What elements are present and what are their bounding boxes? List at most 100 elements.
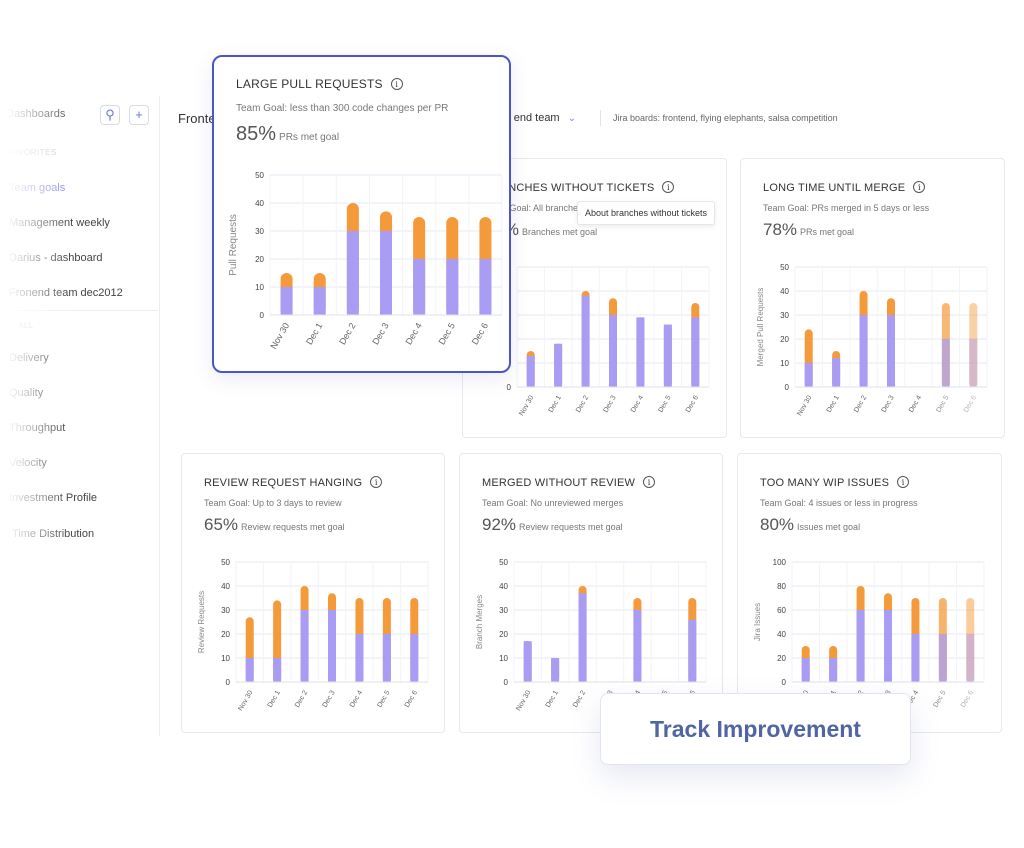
card-merged-without-review[interactable]: MERGED WITHOUT REVIEW i Team Goal: No unr… (459, 453, 723, 733)
sidebar-item-management-weekly[interactable]: Management weekly (9, 217, 110, 229)
bar-met-goal (829, 658, 838, 682)
card-long-time-until-merge[interactable]: LONG TIME UNTIL MERGE i Team Goal: PRs me… (740, 158, 1005, 438)
percentage-value: 92% (482, 515, 517, 534)
x-tick-label: Nov 30 (518, 394, 535, 417)
y-tick-label: 20 (777, 654, 786, 663)
sidebar-item-fronend-team[interactable]: Fronend team dec2012 (9, 287, 123, 299)
x-tick-label: Dec 5 (657, 394, 672, 413)
y-tick-label: 10 (221, 654, 230, 663)
x-tick-label: Nov 30 (268, 321, 291, 351)
card-large-pull-requests[interactable]: LARGE PULL REQUESTS i Team Goal: less tha… (212, 55, 511, 373)
search-button[interactable]: ⚲ (100, 105, 120, 125)
search-icon: ⚲ (105, 107, 115, 122)
percentage-value: 85% (236, 123, 277, 145)
y-tick-label: 10 (780, 359, 789, 368)
y-axis-label: Jira Issues (753, 603, 762, 641)
info-icon[interactable]: i (897, 476, 910, 488)
card-title: LONG TIME UNTIL MERGE i (763, 181, 926, 194)
bar-met-goal (969, 339, 978, 387)
card-title: REVIEW REQUEST HANGING i (204, 476, 383, 489)
x-tick-label: Dec 6 (470, 321, 490, 346)
x-tick-label: Dec 2 (575, 394, 590, 413)
team-goal: Team Goal: PRs merged in 5 days or less (763, 203, 930, 213)
percentage-value: 65% (204, 515, 239, 534)
bar-met-goal (245, 658, 254, 682)
all-section-label: ALL (18, 321, 34, 330)
bar-chart: 0 10 20 30 40 50 Pull Requests Nov 30 Dec 1 Dec 2… (228, 171, 503, 351)
sidebar-item-throughput[interactable]: Throughput (9, 422, 65, 434)
y-tick-label: 0 (504, 678, 509, 687)
bar-met-goal (804, 363, 813, 387)
x-tick-label: Dec 1 (826, 394, 841, 413)
x-tick-label: Dec 5 (437, 321, 457, 346)
card-title-text: TOO MANY WIP ISSUES (760, 477, 890, 489)
card-title: BRANCHES WITHOUT TICKETS i (485, 181, 675, 194)
y-tick-label: 20 (780, 335, 789, 344)
bar-met-goal (884, 610, 892, 682)
x-tick-label: Nov 30 (515, 689, 532, 712)
bar-met-goal-cap (636, 317, 645, 322)
bar-met-goal (446, 259, 459, 315)
goal-percentage: 80% Issues met goal (760, 515, 860, 535)
plus-icon: + (135, 107, 143, 122)
y-tick-label: 0 (507, 383, 512, 392)
sidebar-item-darius-dashboard[interactable]: Darius - dashboard (9, 252, 103, 264)
y-axis-label: Merged Pull Requests (756, 288, 765, 367)
header-divider (600, 110, 601, 126)
percentage-label: PRs met goal (800, 227, 855, 237)
info-icon[interactable]: i (662, 181, 675, 193)
bar-met-goal (479, 259, 492, 315)
jira-boards: Jira boards: frontend, flying elephants,… (613, 113, 838, 123)
y-tick-label: 30 (255, 227, 264, 236)
team-goal: Team Goal: No unreviewed merges (482, 498, 624, 508)
sidebar-item-investment-profile[interactable]: Investment Profile (9, 492, 97, 504)
y-axis-label: Branch Merges (475, 595, 484, 649)
bar-met-goal (938, 634, 947, 682)
bar-met-goal (859, 315, 868, 387)
sidebar-item-velocity[interactable]: Velocity (9, 457, 47, 469)
y-tick-label: 50 (780, 263, 789, 272)
card-too-many-wip-issues[interactable]: TOO MANY WIP ISSUES i Team Goal: 4 issues… (737, 453, 1002, 733)
bar-met-goal (941, 339, 950, 387)
bar-met-goal (856, 610, 865, 682)
y-tick-label: 0 (785, 383, 790, 392)
sidebar-item-delivery[interactable]: Delivery (9, 352, 49, 364)
bar-met-goal (346, 231, 359, 315)
card-title: TOO MANY WIP ISSUES i (760, 476, 910, 489)
info-icon[interactable]: i (913, 181, 926, 193)
track-improvement-banner: Track Improvement (600, 693, 911, 765)
bar-met-goal (380, 231, 392, 315)
info-icon[interactable]: i (370, 476, 383, 488)
card-review-request-hanging[interactable]: REVIEW REQUEST HANGING i Team Goal: Up to… (181, 453, 445, 733)
bar-met-goal (688, 619, 697, 682)
y-tick-label: 10 (499, 654, 508, 663)
sidebar-title: Dashboards (6, 108, 66, 120)
bar-met-goal (578, 593, 587, 682)
bar-met-goal (832, 358, 841, 387)
sidebar-item-time-distribution[interactable]: Time Distribution (12, 528, 94, 540)
x-tick-label: Dec 2 (853, 394, 868, 413)
bar-met-goal (663, 324, 672, 387)
y-tick-label: 50 (255, 171, 264, 180)
add-dashboard-button[interactable]: + (129, 105, 149, 125)
sidebar-item-team-goals[interactable]: Team goals (9, 182, 65, 194)
x-tick-label: Dec 3 (881, 394, 896, 413)
y-tick-label: 0 (260, 311, 265, 320)
info-icon[interactable]: i (643, 476, 656, 488)
bar-met-goal (413, 259, 426, 315)
x-tick-label: Dec 2 (337, 321, 357, 346)
y-tick-label: 40 (780, 287, 789, 296)
x-tick-label: Dec 4 (349, 689, 364, 708)
bar-chart: 01020304050Nov 30Dec 1Dec 2Dec 3Dec 4Dec… (502, 263, 710, 417)
y-tick-label: 30 (221, 606, 230, 615)
bar-met-goal (609, 315, 617, 387)
x-tick-label: Dec 3 (370, 321, 390, 346)
bar-met-goal (313, 287, 326, 315)
info-icon[interactable]: i (390, 78, 403, 90)
bar-met-goal (691, 317, 700, 387)
y-tick-label: 30 (780, 311, 789, 320)
x-tick-label: Dec 5 (376, 689, 391, 708)
sidebar-item-quality[interactable]: Quality (9, 387, 43, 399)
y-tick-label: 50 (221, 558, 230, 567)
y-tick-label: 40 (777, 630, 786, 639)
